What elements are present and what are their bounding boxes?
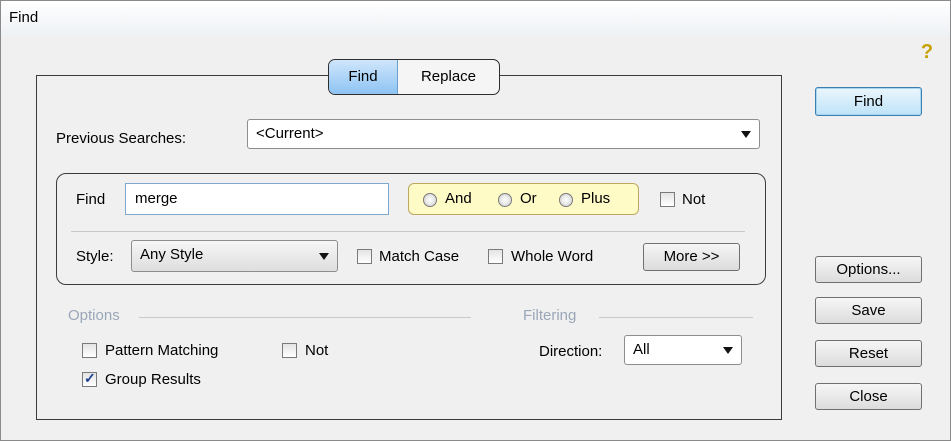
find-input[interactable]: merge — [125, 183, 389, 215]
pattern-matching-label: Pattern Matching — [105, 342, 219, 359]
tab-strip: Find Replace — [328, 59, 500, 95]
direction-value: All — [633, 341, 650, 358]
options-button[interactable]: Options... — [815, 256, 922, 283]
title-bar[interactable]: Find — [1, 1, 950, 35]
group-results-label: Group Results — [105, 371, 201, 388]
checkmark-icon: ✓ — [84, 370, 96, 386]
find-button[interactable]: Find — [815, 87, 922, 116]
close-button[interactable]: Close — [815, 383, 922, 410]
filtering-section-title: Filtering — [523, 307, 577, 324]
chevron-down-icon — [741, 131, 751, 138]
radio-plus-label: Plus — [581, 190, 611, 207]
save-button[interactable]: Save — [815, 297, 922, 324]
find-input-value: merge — [135, 190, 178, 207]
chevron-down-icon — [723, 347, 733, 354]
help-icon[interactable]: ? — [918, 41, 936, 63]
options-not-label: Not — [305, 342, 329, 359]
direction-label: Direction: — [539, 343, 603, 360]
window-title: Find — [9, 9, 39, 26]
previous-searches-label: Previous Searches: — [56, 130, 187, 147]
not-label: Not — [682, 191, 706, 208]
direction-dropdown[interactable]: All — [624, 335, 742, 365]
more-button[interactable]: More >> — [643, 243, 740, 271]
filtering-divider — [599, 317, 753, 318]
radio-and-label: And — [445, 190, 472, 207]
radio-or-label: Or — [520, 190, 537, 207]
not-checkbox[interactable] — [660, 192, 675, 207]
whole-word-label: Whole Word — [511, 248, 594, 265]
match-case-checkbox[interactable] — [357, 249, 372, 264]
previous-searches-value: <Current> — [256, 125, 324, 142]
pattern-matching-checkbox[interactable] — [82, 343, 97, 358]
style-value: Any Style — [140, 246, 204, 263]
reset-button[interactable]: Reset — [815, 340, 922, 367]
find-dialog: Find ? Find Replace Previous Searches: <… — [0, 0, 951, 441]
divider — [71, 231, 745, 232]
radio-and[interactable] — [423, 193, 437, 207]
find-label: Find — [76, 191, 106, 208]
style-label: Style: — [76, 248, 114, 265]
style-dropdown[interactable]: Any Style — [131, 240, 338, 272]
radio-or[interactable] — [498, 193, 512, 207]
radio-plus[interactable] — [559, 193, 573, 207]
tab-replace[interactable]: Replace — [398, 60, 499, 94]
group-results-checkbox[interactable]: ✓ — [82, 370, 97, 387]
options-not-checkbox[interactable] — [282, 343, 297, 358]
options-divider — [139, 317, 471, 318]
previous-searches-dropdown[interactable]: <Current> — [247, 119, 760, 149]
chevron-down-icon — [319, 253, 329, 260]
whole-word-checkbox[interactable] — [488, 249, 503, 264]
tab-find[interactable]: Find — [329, 60, 398, 94]
logic-group: And Or Plus — [408, 183, 639, 215]
match-case-label: Match Case — [379, 248, 460, 265]
options-section-title: Options — [68, 307, 120, 324]
